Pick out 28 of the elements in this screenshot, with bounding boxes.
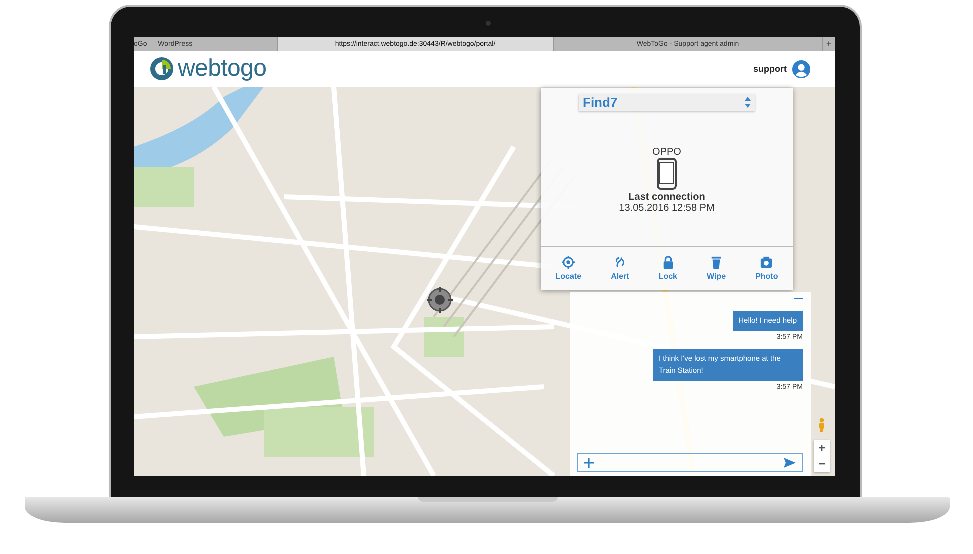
action-button[interactable]: Alert (607, 254, 634, 283)
device-brand: OPPO (652, 147, 682, 158)
action-button[interactable]: Photo (752, 254, 782, 283)
last-connection-time: 13.05.2016 12:58 PM (619, 203, 715, 214)
camera-icon (760, 256, 774, 269)
logo-text: webtogo (178, 55, 267, 83)
action-button[interactable]: Wipe (703, 254, 730, 283)
add-icon[interactable] (584, 458, 594, 468)
lock-icon (662, 256, 675, 269)
minimize-icon[interactable] (794, 298, 803, 300)
ear-icon (614, 256, 627, 269)
zoom-in-button[interactable]: + (814, 440, 830, 456)
new-tab-button[interactable]: + (823, 37, 835, 51)
crosshair-icon (562, 256, 576, 269)
action-button[interactable]: Lock (654, 254, 682, 283)
message-input[interactable] (577, 453, 803, 472)
trash-icon (710, 256, 724, 269)
logo-icon (150, 57, 174, 81)
last-connection-label: Last connection (628, 192, 706, 203)
location-target-icon (427, 287, 453, 313)
sort-caret-icon (745, 97, 751, 108)
zoom-out-button[interactable]: − (814, 456, 830, 472)
send-icon[interactable] (784, 458, 796, 468)
avatar-icon[interactable] (792, 60, 811, 78)
smartphone-icon (657, 158, 677, 190)
user-name[interactable]: support (754, 64, 787, 74)
device-select[interactable]: Find7 (579, 94, 755, 111)
action-button[interactable]: Locate (552, 254, 586, 283)
